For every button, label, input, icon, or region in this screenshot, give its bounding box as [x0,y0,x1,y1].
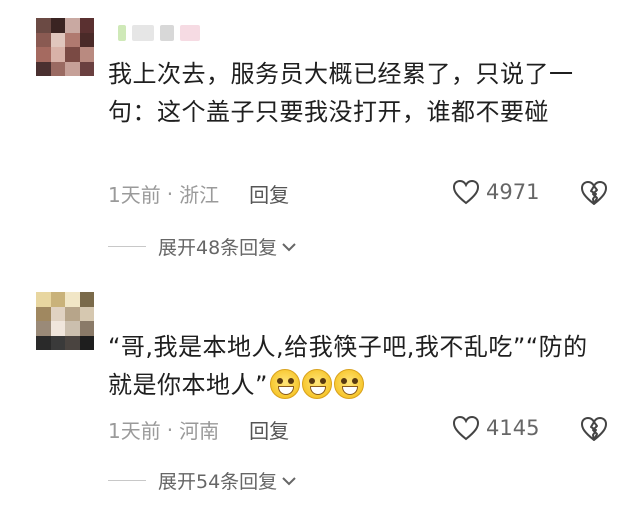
chevron-down-icon [282,476,296,485]
chevron-down-icon [282,242,296,251]
reply-button[interactable]: 回复 [249,415,289,444]
username-blurred[interactable] [118,22,200,44]
expand-replies[interactable]: 展开48条回复 [108,233,297,260]
broken-heart-icon [581,417,607,441]
like-count: 4971 [486,180,540,204]
divider [108,246,146,247]
comment-time: 1天前 [108,183,161,207]
comment-meta: 1天前 · 浙江 回复 [108,179,289,208]
heart-icon [452,179,480,205]
dislike-button[interactable] [580,416,608,446]
meta-separator: · [166,181,174,206]
expand-replies-label: 展开48条回复 [158,237,278,259]
comment-time: 1天前 [108,419,161,443]
grin-emoji-icon [301,369,332,399]
expand-replies[interactable]: 展开54条回复 [108,467,297,494]
grin-emoji-icon [269,369,300,399]
dislike-button[interactable] [580,180,608,210]
grin-emoji-icon [333,369,364,399]
avatar[interactable] [36,18,94,76]
comment-location: 浙江 [179,183,220,207]
comment-location: 河南 [179,419,220,443]
like-button[interactable]: 4145 [452,415,539,441]
comment-meta: 1天前 · 河南 回复 [108,415,289,444]
comment-text: “哥,我是本地人,给我筷子吧,我不乱吃”“防的就是你本地人” [108,328,608,404]
broken-heart-icon [581,181,607,205]
heart-icon [452,415,480,441]
expand-replies-label: 展开54条回复 [158,471,278,493]
like-count: 4145 [486,416,540,440]
reply-button[interactable]: 回复 [249,179,289,208]
meta-separator: · [166,417,174,442]
avatar[interactable] [36,292,94,350]
like-button[interactable]: 4971 [452,179,539,205]
divider [108,480,146,481]
comment-text: 我上次去，服务员大概已经累了，只说了一句：这个盖子只要我没打开，谁都不要碰 [108,60,574,126]
